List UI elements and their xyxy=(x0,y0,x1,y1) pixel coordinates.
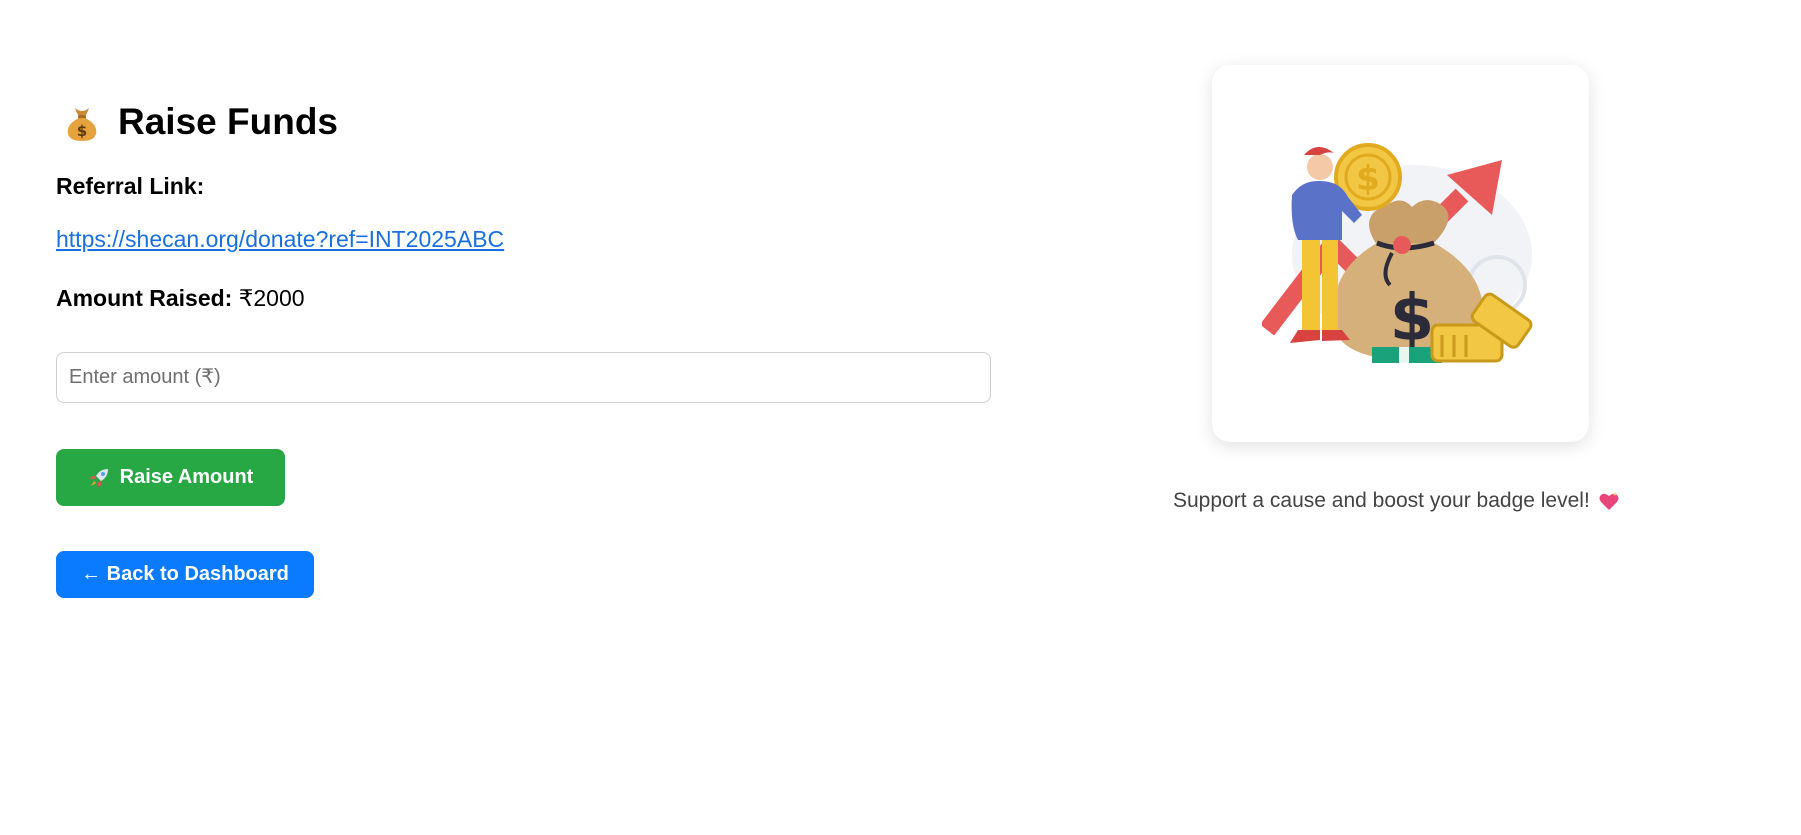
referral-label: Referral Link: xyxy=(56,173,205,199)
svg-text:$: $ xyxy=(77,122,87,140)
svg-text:$: $ xyxy=(1390,282,1435,356)
tagline: Support a cause and boost your badge lev… xyxy=(1173,489,1633,513)
amount-raised-label: Amount Raised: xyxy=(56,285,233,311)
illustration-card: $ $ xyxy=(1212,65,1589,442)
amount-input[interactable] xyxy=(56,352,991,403)
back-to-dashboard-button[interactable]: ← Back to Dashboard xyxy=(56,551,314,598)
page-title-text: Raise Funds xyxy=(118,101,338,142)
raise-funds-page: $ Raise Funds Referral Link: https://she… xyxy=(0,0,1801,835)
money-bag-icon: $ xyxy=(60,100,104,144)
svg-text:$: $ xyxy=(1356,159,1380,199)
amount-raised-value: ₹2000 xyxy=(238,285,305,311)
money-bag-growth-illustration: $ $ xyxy=(1262,143,1533,363)
amount-raised: Amount Raised: ₹2000 xyxy=(56,283,305,313)
raise-amount-button[interactable]: Raise Amount xyxy=(56,449,285,506)
tagline-text: Support a cause and boost your badge lev… xyxy=(1173,489,1590,512)
page-title: $ Raise Funds xyxy=(56,98,338,146)
referral-link[interactable]: https://shecan.org/donate?ref=INT2025ABC xyxy=(56,224,504,254)
raise-amount-label: Raise Amount xyxy=(119,466,254,488)
sparkling-heart-icon xyxy=(1598,490,1620,512)
back-to-dashboard-label: ← Back to Dashboard xyxy=(81,563,289,585)
rocket-icon xyxy=(88,467,110,489)
